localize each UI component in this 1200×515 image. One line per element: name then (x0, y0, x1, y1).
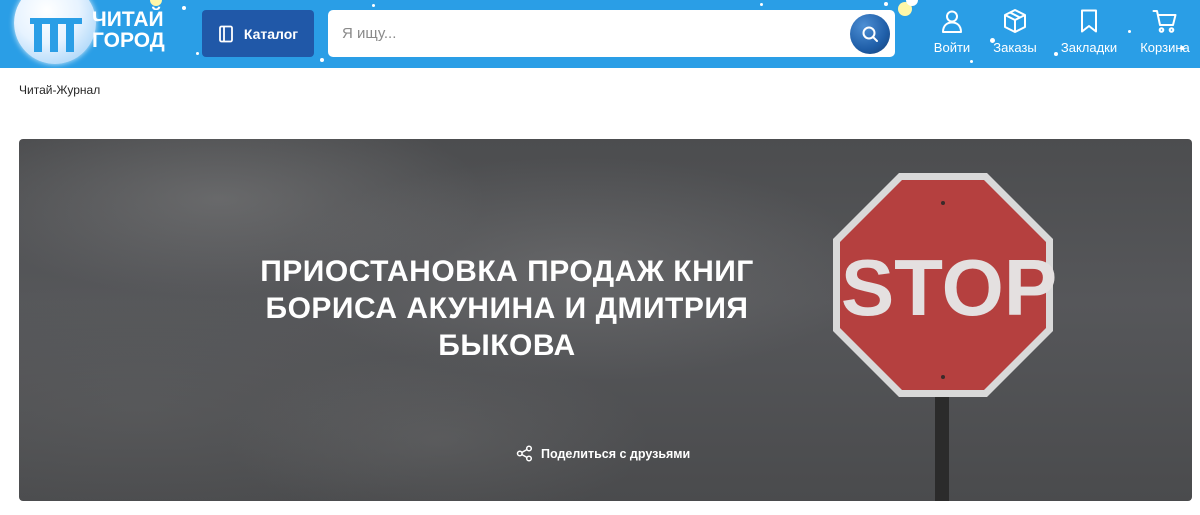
snow-dot (196, 52, 199, 55)
nav-orders[interactable]: Заказы (990, 8, 1040, 62)
article-title: ПРИОСТАНОВКА ПРОДАЖ КНИГ БОРИСА АКУНИНА … (19, 253, 995, 364)
nav-bookmarks[interactable]: Закладки (1058, 8, 1120, 62)
snow-dot (884, 2, 888, 6)
logo-line-2: ГОРОД (92, 29, 165, 52)
logo-line-1: ЧИТАЙ (92, 8, 164, 31)
site-logo[interactable]: ЧИТАЙ ГОРОД (8, 0, 188, 68)
snow-dot (372, 4, 375, 7)
nav-login[interactable]: Войти (930, 8, 974, 62)
catalog-label: Каталог (243, 25, 299, 42)
article-title-line-2: БОРИСА АКУНИНА И ДМИТРИЯ (265, 292, 749, 325)
breadcrumb[interactable]: Читай-Журнал (19, 83, 100, 97)
nav-orders-label: Заказы (993, 40, 1037, 55)
box-icon (1004, 9, 1026, 33)
site-header: ЧИТАЙ ГОРОД Каталог Войти (0, 0, 1200, 68)
article-title-line-3: БЫКОВА (438, 329, 576, 362)
snow-dot (1128, 30, 1131, 33)
article-hero: STOP ПРИОСТАНОВКА ПРОДАЖ КНИГ БОРИСА АКУ… (19, 139, 1192, 501)
nav-cart-label: Корзина (1140, 40, 1190, 55)
search-input[interactable] (328, 10, 848, 57)
search-button[interactable] (850, 14, 890, 54)
snow-dot (320, 58, 324, 62)
nav-bookmarks-label: Закладки (1060, 40, 1118, 55)
nav-cart[interactable]: Корзина (1136, 8, 1194, 62)
catalog-book-icon (218, 25, 233, 42)
search-bar (328, 10, 895, 57)
bookmark-icon (1081, 9, 1097, 33)
search-icon (862, 26, 878, 42)
snow-dot (760, 3, 763, 6)
logo-emblem (14, 0, 96, 64)
logo-text: ЧИТАЙ ГОРОД (92, 9, 165, 51)
share-label: Поделиться с друзьями (541, 446, 691, 461)
cart-icon (1152, 10, 1177, 33)
article-title-line-1: ПРИОСТАНОВКА ПРОДАЖ КНИГ (260, 255, 754, 288)
share-icon (516, 445, 533, 462)
nav-login-label: Войти (933, 40, 971, 55)
share-button[interactable]: Поделиться с друзьями (516, 445, 690, 462)
user-icon (942, 10, 962, 33)
catalog-button[interactable]: Каталог (202, 10, 314, 57)
